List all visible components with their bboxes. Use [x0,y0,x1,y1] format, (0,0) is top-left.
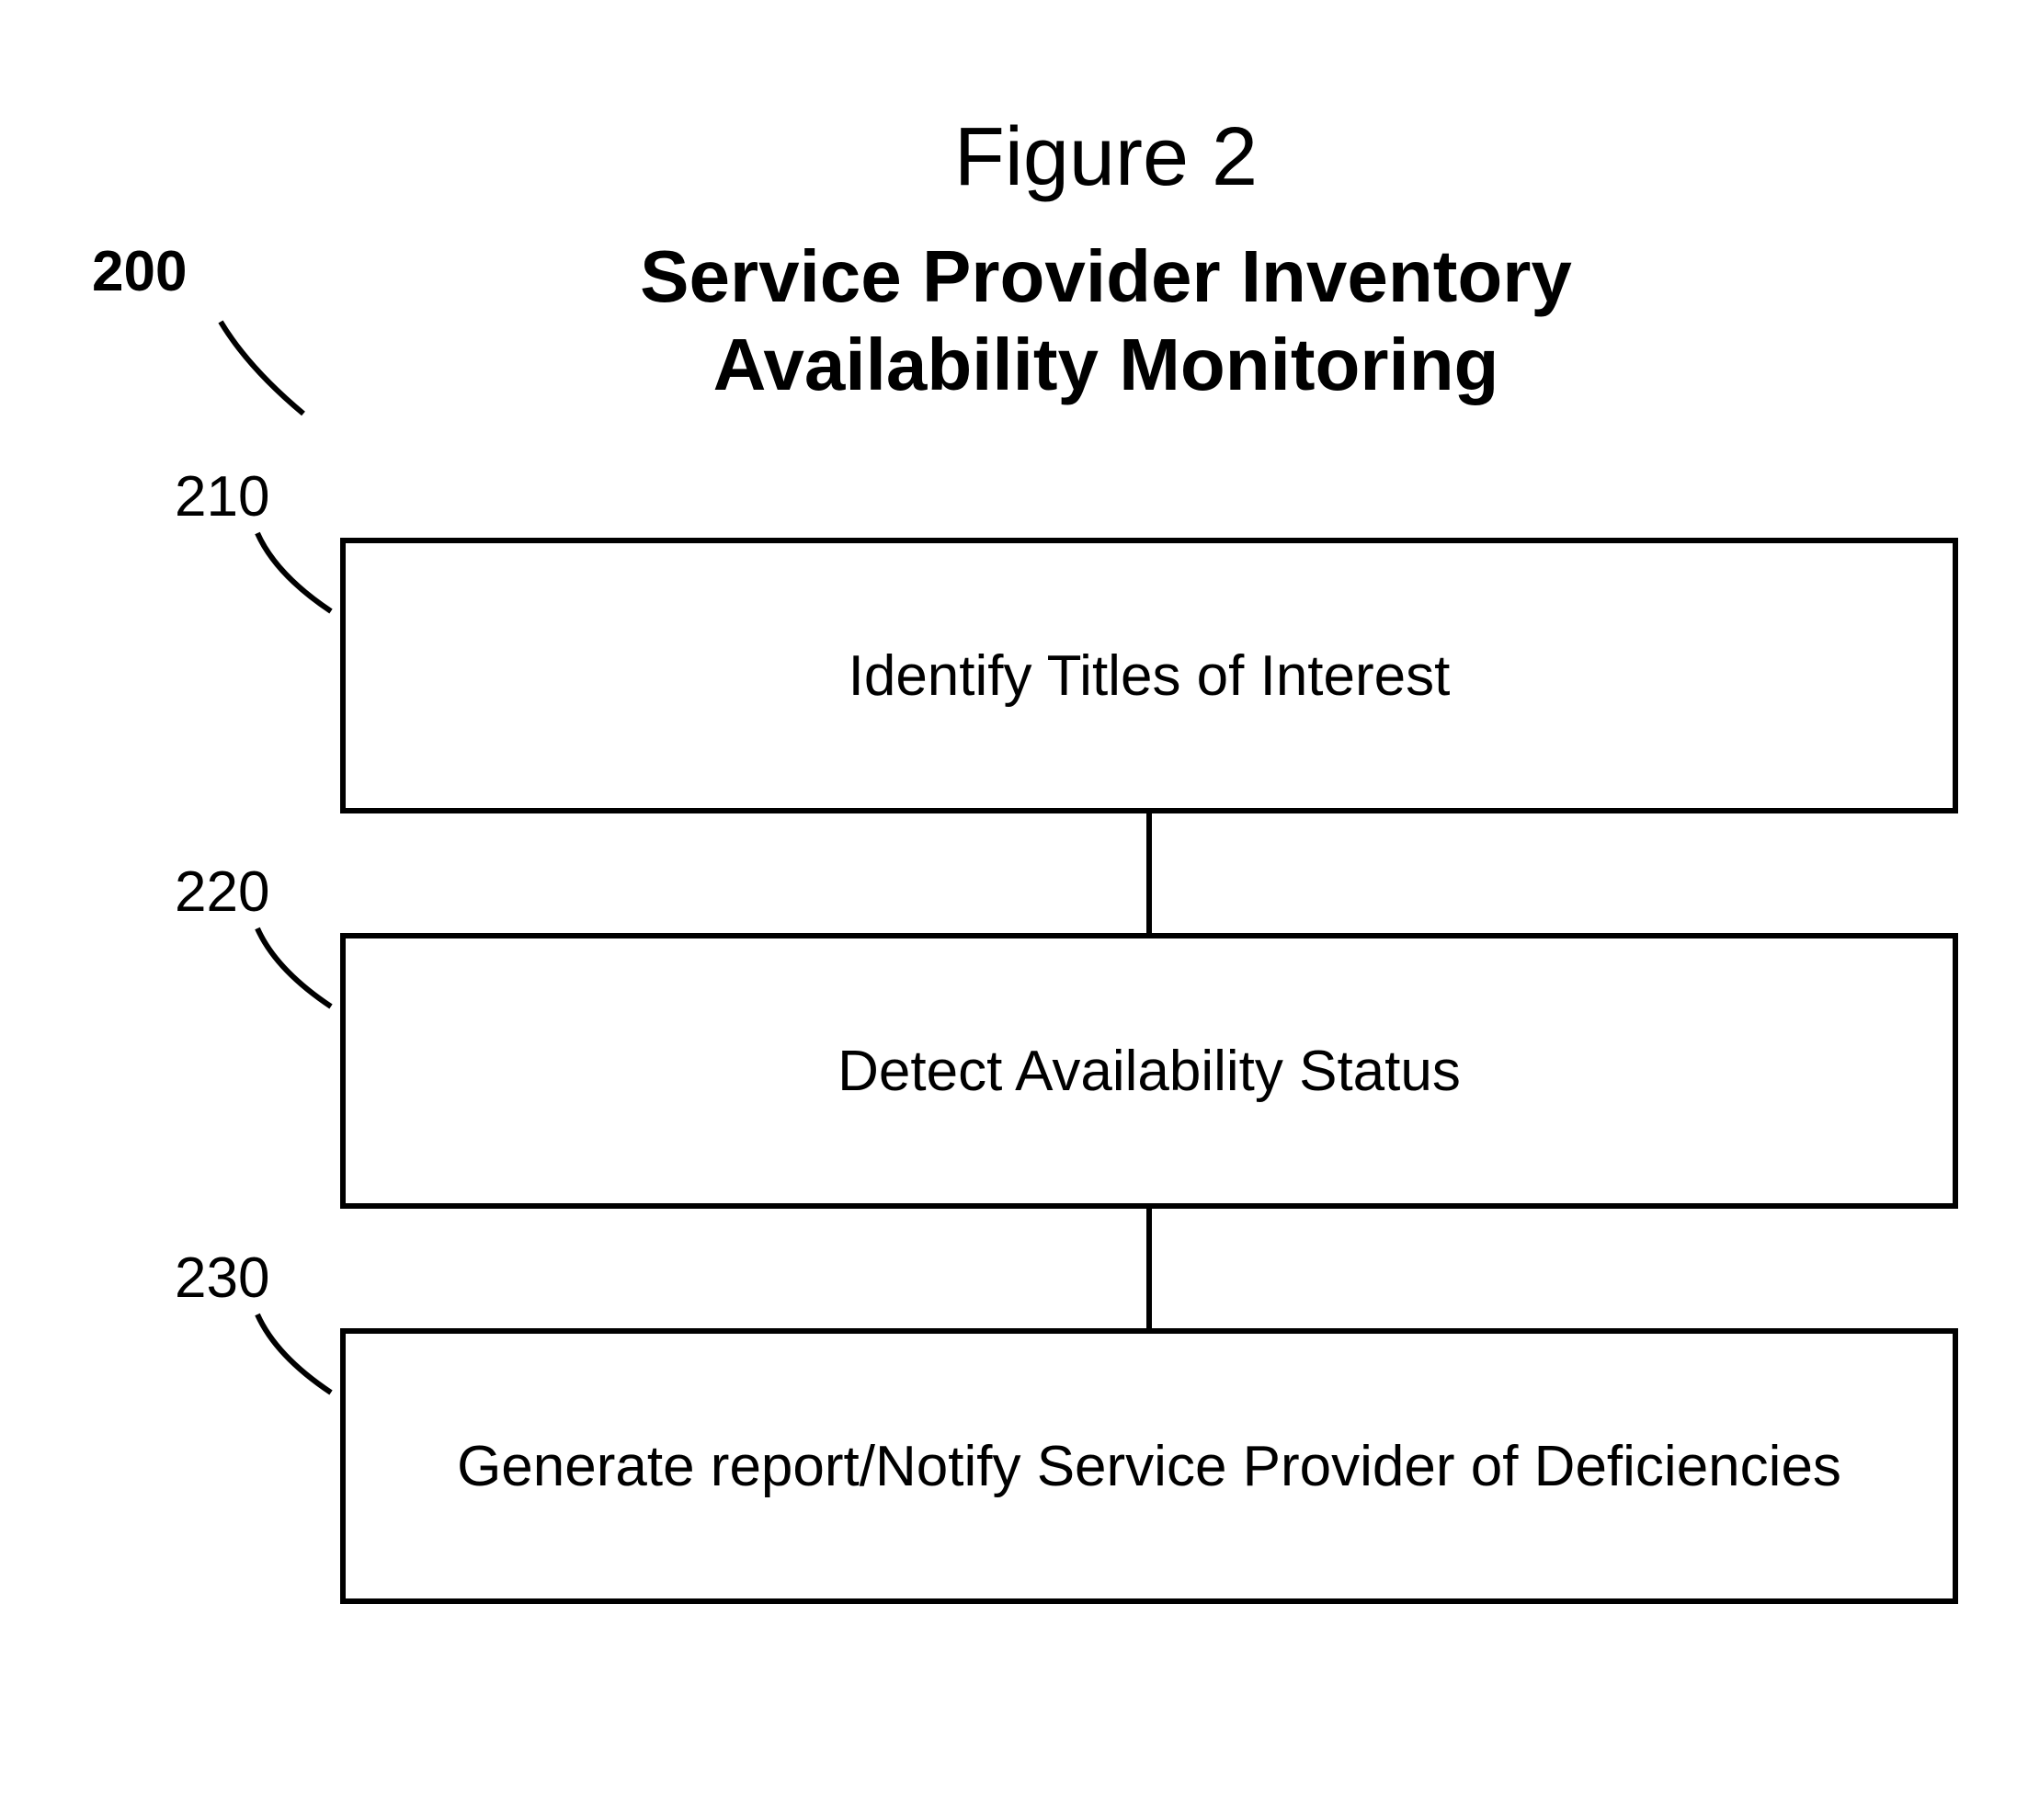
connector-220-230 [1146,1209,1152,1328]
figure-label: Figure 2 [276,110,1936,205]
ref-label-210: 210 [175,464,269,529]
ref-label-230: 230 [175,1246,269,1311]
step-text-210: Identify Titles of Interest [849,643,1451,709]
ref-leader-220 [248,924,340,1016]
step-text-220: Detect Availability Status [837,1039,1461,1104]
subtitle-line-1: Service Provider Inventory [640,235,1572,317]
ref-leader-210 [248,529,340,620]
step-box-210: Identify Titles of Interest [340,538,1958,813]
subtitle-line-2: Availability Monitoring [713,324,1499,405]
step-box-230: Generate report/Notify Service Provider … [340,1328,1958,1604]
ref-leader-230 [248,1310,340,1402]
flowchart: 210 Identify Titles of Interest 220 Dete… [340,538,1958,1604]
ref-label-200: 200 [92,239,187,304]
figure-subtitle: Service Provider Inventory Availability … [276,233,1936,409]
step-text-230: Generate report/Notify Service Provider … [457,1434,1841,1499]
ref-leader-200 [211,313,322,427]
ref-label-220: 220 [175,859,269,925]
step-box-220: Detect Availability Status [340,933,1958,1209]
connector-210-220 [1146,813,1152,933]
